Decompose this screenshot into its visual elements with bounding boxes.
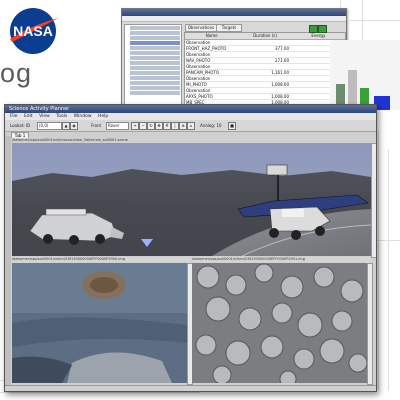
camera-icon[interactable]: ◉: [70, 122, 78, 130]
tree-row[interactable]: [130, 71, 180, 75]
observation-table-window: Observations Targets Name Duration (s) E…: [121, 8, 347, 114]
cell-duration: 1,008.00: [271, 82, 289, 87]
cell-duration: [237, 88, 291, 93]
green-button[interactable]: [309, 25, 318, 33]
menubar: File Edit View Tools Window Help: [5, 113, 376, 120]
left-toolstrip: [5, 136, 11, 391]
view-vertical-scrollbar[interactable]: [371, 143, 376, 258]
terrain-3d-view[interactable]: [12, 143, 371, 256]
rotate-icon[interactable]: ↻: [147, 122, 155, 130]
menu-edit[interactable]: Edit: [24, 114, 33, 119]
zoom-in-icon[interactable]: +: [131, 122, 139, 130]
column-header-duration[interactable]: Duration (s): [238, 33, 291, 39]
menu-file[interactable]: File: [10, 114, 18, 119]
column-header-name[interactable]: Name: [185, 33, 238, 39]
activity-tree[interactable]: [124, 24, 182, 112]
right-image-path: /data/mer/ops/sol/0001/rdr/mi/1M13000000…: [192, 257, 305, 261]
tree-row[interactable]: [130, 66, 180, 70]
table-header: Name Duration (s) Energy: [185, 33, 345, 40]
cell-name: Observation: [186, 40, 211, 45]
menu-window[interactable]: Window: [74, 114, 92, 119]
back-window-menubar: [122, 16, 346, 22]
tree-row[interactable]: [130, 51, 180, 55]
tree-row[interactable]: [130, 36, 180, 40]
cell-name: APXS_PHOTO: [186, 94, 213, 99]
stop-icon[interactable]: ■: [228, 122, 236, 130]
pick-icon[interactable]: ▲: [62, 122, 70, 130]
brand-name: og: [0, 58, 33, 88]
resource-panel: [330, 40, 400, 110]
tree-row[interactable]: [130, 56, 180, 60]
target-icon[interactable]: ⊕: [179, 122, 187, 130]
cell-duration: 377.00: [275, 46, 289, 51]
tree-row[interactable]: [130, 76, 180, 80]
cell-name: FRONT_HAZ_PHOTO: [186, 46, 227, 51]
target-label: Lookat: ID: [10, 123, 31, 128]
tree-row[interactable]: [130, 91, 180, 95]
cell-duration: 271.00: [275, 58, 289, 63]
tree-row[interactable]: [130, 31, 180, 35]
home-icon[interactable]: ⌂: [187, 122, 195, 130]
cell-name: PANCAM_PHOTO: [186, 70, 220, 75]
tab-observations[interactable]: Observations: [185, 24, 217, 32]
observation-table[interactable]: Name Duration (s) Energy Observation FRON…: [184, 32, 346, 111]
ruler-icon[interactable]: │: [171, 122, 179, 130]
background-line: [378, 130, 379, 390]
tree-row[interactable]: [130, 26, 180, 30]
background-line: [0, 392, 200, 393]
column-header-energy[interactable]: Energy: [292, 33, 345, 39]
tree-row[interactable]: [130, 41, 180, 45]
toolbar: Lookat: ID (0,0) ▲ ◉ Front Rover + − ↻ ✥…: [5, 120, 376, 132]
tree-row[interactable]: [130, 61, 180, 65]
green-button[interactable]: [318, 25, 327, 33]
cell-duration: 1,161.00: [271, 70, 289, 75]
left-image-path: /data/mer/ops/sol/0001/rdr/mi/1M13000000…: [12, 257, 125, 261]
background-line: [376, 240, 400, 241]
science-activity-planner-window: Science Activity Planner File Edit View …: [4, 104, 377, 392]
cell-name: NAV_PHOTO: [186, 58, 211, 63]
menu-tools[interactable]: Tools: [56, 114, 67, 119]
cell-duration: [237, 52, 291, 57]
tree-row[interactable]: [130, 81, 180, 85]
mode-select[interactable]: Rover: [106, 122, 129, 130]
background-line: [388, 150, 389, 390]
right-image-scrollbar[interactable]: [367, 263, 373, 385]
cell-duration: [237, 76, 291, 81]
scene-path: /data/mer/ops/sol/0001/rdr/mosaic/view_3…: [12, 138, 128, 142]
microscope-image-left[interactable]: [12, 263, 187, 383]
tab-targets[interactable]: Targets: [216, 24, 242, 32]
svg-text:NASA: NASA: [13, 23, 53, 39]
right-image-titlebar: /data/mer/ops/sol/0001/rdr/mi/1M13000000…: [192, 257, 371, 262]
microscope-image-right[interactable]: [192, 263, 367, 383]
cell-duration: 1,008.00: [271, 94, 289, 99]
menu-view[interactable]: View: [39, 114, 50, 119]
grid-icon[interactable]: #: [163, 122, 171, 130]
tree-row[interactable]: [130, 86, 180, 90]
menu-help[interactable]: Help: [98, 114, 108, 119]
cell-name: Observation: [186, 88, 211, 93]
left-image-titlebar: /data/mer/ops/sol/0001/rdr/mi/1M13000000…: [12, 257, 190, 262]
cell-name: Observation: [186, 52, 211, 57]
tree-row[interactable]: [130, 46, 180, 50]
background-line: [350, 20, 400, 21]
view-label: Front: [91, 123, 102, 128]
tab-bar: Tab 1: [5, 132, 376, 138]
cell-name: MI_PHOTO: [186, 82, 207, 87]
cell-name: Observation: [186, 76, 211, 81]
back-window-titlebar: [122, 9, 346, 16]
cell-duration: [237, 40, 291, 45]
analog-label: Analog: 10: [200, 123, 222, 128]
window-titlebar[interactable]: Science Activity Planner: [5, 105, 376, 113]
target-field[interactable]: (0,0): [37, 122, 62, 130]
nasa-logo-icon: NASA: [10, 8, 58, 54]
pan-icon[interactable]: ✥: [155, 122, 163, 130]
status-bar: [5, 385, 376, 391]
zoom-out-icon[interactable]: −: [139, 122, 147, 130]
cell-name: Observation: [186, 64, 211, 69]
cell-duration: [237, 64, 291, 69]
